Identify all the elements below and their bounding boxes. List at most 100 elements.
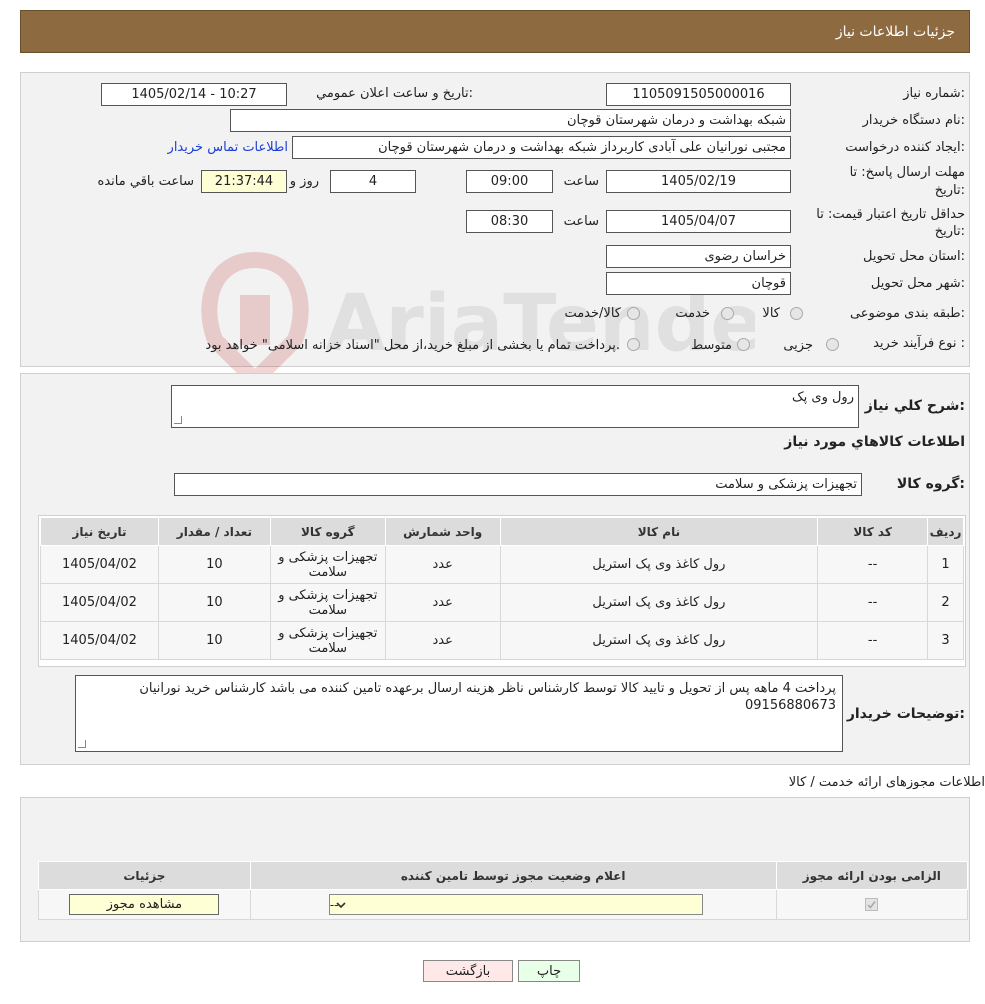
permits-title: اطلاعات مجوزهای ارائه خدمت / کالا bbox=[788, 775, 985, 790]
remaining-time-label: ساعت باقي مانده bbox=[97, 174, 194, 189]
buyer-notes-field: پرداخت 4 ماهه پس از تحویل و تایید کالا ت… bbox=[75, 675, 843, 752]
cell-code: -- bbox=[817, 545, 929, 584]
deadline-time-field: 09:00 bbox=[466, 170, 553, 193]
cell-index: 3 bbox=[927, 621, 964, 660]
category-option-goods-service: کالا/خدمت bbox=[564, 306, 621, 321]
validity-time-field: 08:30 bbox=[466, 210, 553, 233]
cell-unit: عدد bbox=[384, 583, 501, 622]
resize-handle-icon[interactable] bbox=[174, 416, 182, 424]
permits-table: الزامی بودن ارائه مجوز اعلام وضعیت مجوز … bbox=[38, 861, 969, 920]
col-permit-details: جزئیات bbox=[38, 861, 251, 890]
category-option-service: خدمت bbox=[675, 306, 710, 321]
requester-label: ایجاد کننده درخواست: bbox=[845, 140, 965, 155]
goods-section-title: اطلاعات کالاهاي مورد نیاز bbox=[784, 434, 965, 450]
cell-group: تجهیزات پزشکی و سلامت bbox=[269, 545, 386, 584]
col-code: کد کالا bbox=[817, 517, 929, 546]
cell-date: 1405/04/02 bbox=[40, 545, 159, 584]
process-label: نوع فرآیند خرید : bbox=[873, 336, 965, 351]
deadline-label-1: مهلت ارسال پاسخ: تا bbox=[849, 165, 965, 180]
category-radio-goods-service[interactable] bbox=[627, 307, 640, 320]
days-label: روز و bbox=[289, 174, 319, 189]
cell-unit: عدد bbox=[384, 545, 501, 584]
announce-label: تاریخ و ساعت اعلان عمومي: bbox=[316, 86, 473, 101]
description-field: رول وی پک bbox=[171, 385, 859, 428]
days-remaining-field: 4 bbox=[330, 170, 416, 193]
goods-group-field: تجهیزات پزشکی و سلامت bbox=[174, 473, 862, 496]
treasury-note: پرداخت تمام یا بخشی از مبلغ خرید،از محل … bbox=[205, 338, 620, 353]
validity-label-2: تاریخ: bbox=[934, 224, 965, 239]
cell-qty: 10 bbox=[157, 545, 271, 584]
page-title: جزئیات اطلاعات نیاز bbox=[835, 24, 955, 40]
resize-handle-icon[interactable] bbox=[78, 740, 86, 748]
description-label: شرح کلي نیاز: bbox=[864, 398, 965, 414]
col-qty: تعداد / مقدار bbox=[157, 517, 271, 546]
city-field: قوچان bbox=[606, 272, 791, 295]
col-date: تاریخ نیاز bbox=[40, 517, 159, 546]
cell-code: -- bbox=[817, 583, 929, 622]
province-label: استان محل تحویل: bbox=[863, 249, 965, 264]
province-field: خراسان رضوی bbox=[606, 245, 791, 268]
deadline-time-label: ساعت bbox=[563, 174, 599, 189]
cell-unit: عدد bbox=[384, 621, 501, 660]
buyer-notes-label: توضیحات خریدار: bbox=[846, 706, 965, 722]
category-option-goods: کالا bbox=[762, 306, 780, 321]
cell-index: 1 bbox=[927, 545, 964, 584]
buyer-label: نام دستگاه خریدار: bbox=[862, 113, 965, 128]
validity-date-field: 1405/04/07 bbox=[606, 210, 791, 233]
need-number-label: شماره نیاز: bbox=[903, 86, 965, 101]
description-text: رول وی پک bbox=[792, 390, 854, 405]
treasury-note-radio[interactable] bbox=[627, 338, 640, 351]
cell-qty: 10 bbox=[157, 621, 271, 660]
col-permit-required: الزامی بودن ارائه مجوز bbox=[775, 861, 969, 890]
cell-date: 1405/04/02 bbox=[40, 583, 159, 622]
col-name: نام کالا bbox=[499, 517, 819, 546]
table-row: 3 -- رول کاغذ وی پک استریل عدد تجهیزات پ… bbox=[40, 621, 964, 660]
permit-status-select[interactable]: -- bbox=[328, 894, 703, 915]
announce-field: 1405/02/14 - 10:27 bbox=[101, 83, 287, 106]
print-button[interactable]: چاپ bbox=[518, 960, 580, 982]
buyer-field: شبکه بهداشت و درمان شهرستان قوچان bbox=[230, 109, 791, 132]
requester-field: مجتبی نورانیان علی آبادی کاربرداز شبکه ب… bbox=[292, 136, 791, 159]
cell-permit-status: -- bbox=[249, 889, 777, 920]
page-header: جزئیات اطلاعات نیاز bbox=[20, 10, 970, 53]
col-unit: واحد شمارش bbox=[384, 517, 501, 546]
need-number-field: 1105091505000016 bbox=[606, 83, 791, 106]
category-radio-goods[interactable] bbox=[790, 307, 803, 320]
back-button[interactable]: بازگشت bbox=[423, 960, 513, 982]
cell-permit-required bbox=[775, 889, 969, 920]
cell-index: 2 bbox=[927, 583, 964, 622]
cell-date: 1405/04/02 bbox=[40, 621, 159, 660]
goods-table: ردیف کد کالا نام کالا واحد شمارش گروه کا… bbox=[40, 517, 964, 660]
table-row: -- مشاهده مجوز bbox=[38, 889, 969, 920]
col-group: گروه کالا bbox=[269, 517, 386, 546]
deadline-date-field: 1405/02/19 bbox=[606, 170, 791, 193]
table-row: 2 -- رول کاغذ وی پک استریل عدد تجهیزات پ… bbox=[40, 583, 964, 622]
cell-group: تجهیزات پزشکی و سلامت bbox=[269, 583, 386, 622]
process-option-medium: متوسط bbox=[691, 338, 732, 353]
view-permit-button[interactable]: مشاهده مجوز bbox=[69, 894, 220, 915]
category-radio-service[interactable] bbox=[721, 307, 734, 320]
table-row: 1 -- رول کاغذ وی پک استریل عدد تجهیزات پ… bbox=[40, 545, 964, 584]
col-index: ردیف bbox=[927, 517, 964, 546]
cell-code: -- bbox=[817, 621, 929, 660]
process-radio-minor[interactable] bbox=[826, 338, 839, 351]
validity-label-1: حداقل تاریخ اعتبار قیمت: تا bbox=[816, 207, 965, 222]
city-label: شهر محل تحویل: bbox=[870, 276, 965, 291]
cell-name: رول کاغذ وی پک استریل bbox=[499, 545, 819, 584]
category-label: طبقه بندی موضوعی: bbox=[849, 306, 965, 321]
remaining-time-field: 21:37:44 bbox=[201, 170, 287, 193]
buyer-notes-text: پرداخت 4 ماهه پس از تحویل و تایید کالا ت… bbox=[139, 681, 836, 713]
check-icon bbox=[867, 901, 876, 909]
process-option-minor: جزیی bbox=[783, 338, 813, 353]
required-checkbox[interactable] bbox=[865, 898, 879, 911]
process-radio-medium[interactable] bbox=[737, 338, 750, 351]
cell-group: تجهیزات پزشکی و سلامت bbox=[269, 621, 386, 660]
cell-permit-details: مشاهده مجوز bbox=[38, 889, 251, 920]
buyer-contact-link[interactable]: اطلاعات تماس خریدار bbox=[168, 140, 288, 155]
validity-time-label: ساعت bbox=[563, 214, 599, 229]
cell-name: رول کاغذ وی پک استریل bbox=[499, 621, 819, 660]
cell-qty: 10 bbox=[157, 583, 271, 622]
deadline-label-2: تاریخ: bbox=[934, 183, 965, 198]
col-permit-status: اعلام وضعیت مجوز توسط تامین کننده bbox=[249, 861, 777, 890]
cell-name: رول کاغذ وی پک استریل bbox=[499, 583, 819, 622]
